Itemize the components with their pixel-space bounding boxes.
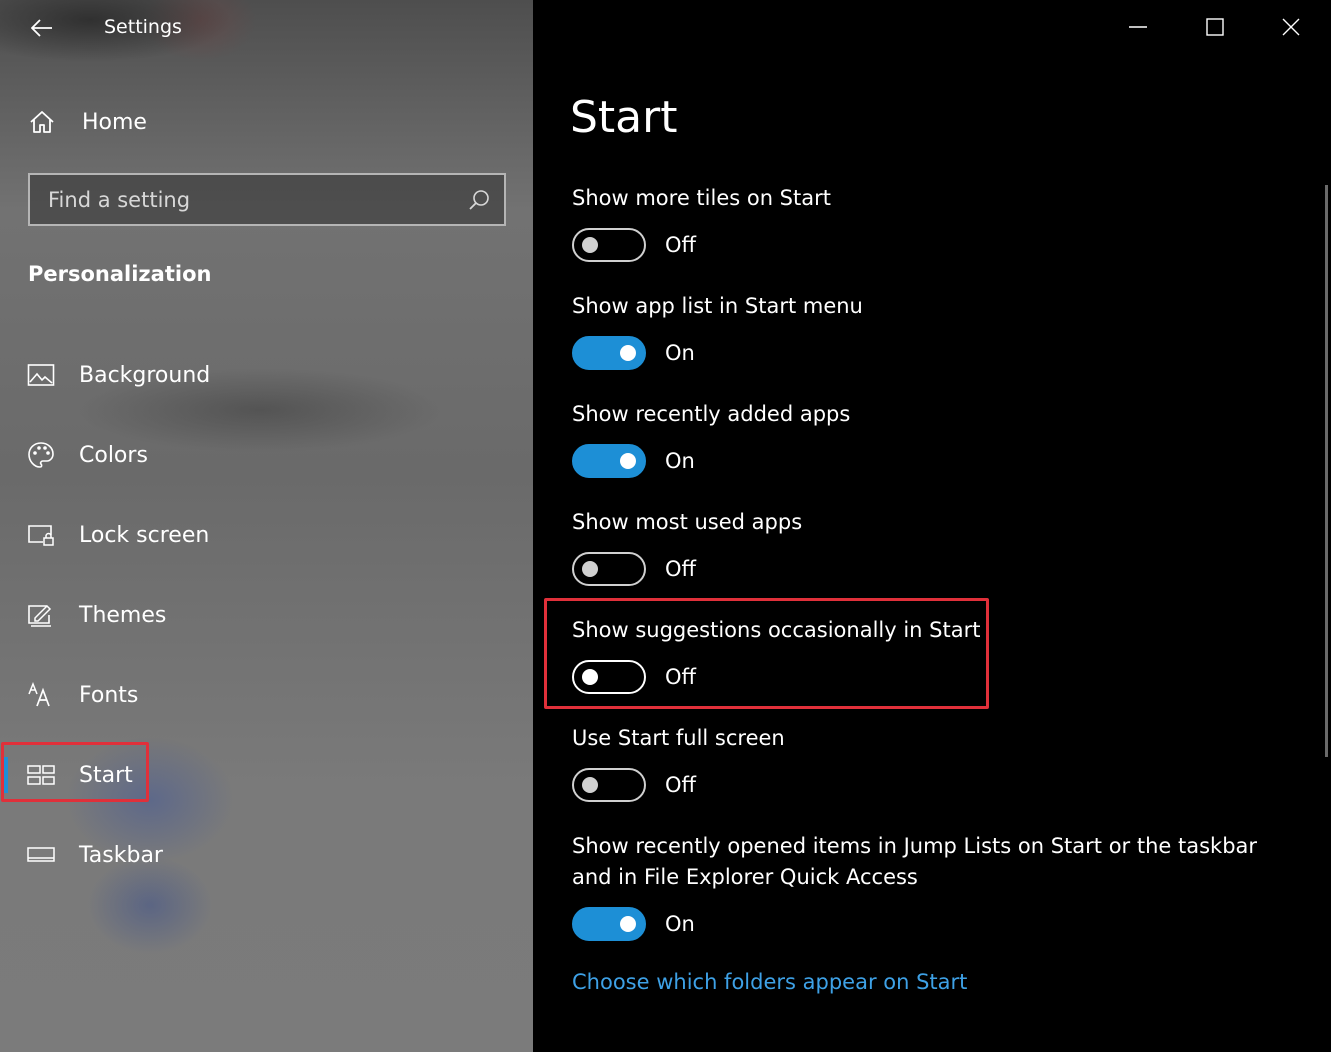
- sidebar-item-background[interactable]: Background: [0, 335, 533, 415]
- setting-most-used: Show most used apps Off: [572, 507, 802, 586]
- toggle-switch[interactable]: [572, 444, 646, 478]
- close-button[interactable]: [1261, 6, 1321, 48]
- sidebar-item-label: Colors: [79, 442, 148, 468]
- toggle-state: On: [665, 449, 695, 473]
- setting-label: Show recently opened items in Jump Lists…: [572, 834, 1258, 889]
- minimize-icon: [1129, 26, 1147, 28]
- toggle-state: Off: [665, 557, 696, 581]
- search-icon[interactable]: [468, 189, 490, 211]
- toggle-switch[interactable]: [572, 228, 646, 262]
- palette-icon: [27, 441, 55, 469]
- home-icon: [30, 111, 54, 133]
- toggle-knob: [582, 777, 598, 793]
- maximize-button[interactable]: [1185, 6, 1245, 48]
- setting-label: Show recently added apps: [572, 402, 851, 426]
- setting-label: Use Start full screen: [572, 726, 785, 750]
- sidebar-nav: Background Colors Lock screen Themes Fon…: [0, 335, 533, 895]
- back-arrow-icon: [31, 19, 52, 37]
- page-title: Start: [570, 92, 678, 143]
- highlight-box: [1, 742, 149, 802]
- scrollbar[interactable]: [1325, 185, 1328, 757]
- search-input[interactable]: [48, 187, 468, 212]
- picture-icon: [27, 361, 55, 389]
- toggle-state: On: [665, 912, 695, 936]
- sidebar-item-label: Lock screen: [79, 522, 210, 548]
- toggle-knob: [582, 669, 598, 685]
- sidebar-item-label: Taskbar: [79, 842, 163, 868]
- sidebar-item-start[interactable]: Start: [0, 735, 533, 815]
- toggle-state: Off: [665, 233, 696, 257]
- toggle-switch[interactable]: [572, 768, 646, 802]
- section-title: Personalization: [28, 262, 212, 286]
- toggle-knob: [582, 561, 598, 577]
- sidebar-item-label: Fonts: [79, 682, 139, 708]
- home-label: Home: [82, 109, 147, 135]
- search-box[interactable]: [28, 173, 506, 226]
- setting-suggestions: Show suggestions occasionally in Start O…: [572, 615, 980, 694]
- sidebar-item-lock-screen[interactable]: Lock screen: [0, 495, 533, 575]
- setting-label: Show suggestions occasionally in Start: [572, 618, 981, 642]
- toggle-switch[interactable]: [572, 660, 646, 694]
- toggle-knob: [620, 345, 636, 361]
- setting-app-list: Show app list in Start menu On: [572, 291, 863, 370]
- sidebar-item-colors[interactable]: Colors: [0, 415, 533, 495]
- sidebar: Settings Home Personalization Background…: [0, 0, 533, 1052]
- taskbar-icon: [27, 841, 55, 869]
- toggle-switch[interactable]: [572, 336, 646, 370]
- close-icon: [1282, 18, 1300, 36]
- choose-folders-link[interactable]: Choose which folders appear on Start: [572, 970, 967, 994]
- setting-recently-added: Show recently added apps On: [572, 399, 850, 478]
- toggle-state: Off: [665, 665, 696, 689]
- home-nav-item[interactable]: Home: [28, 102, 147, 142]
- main-panel: Start Show more tiles on Start Off Show …: [533, 0, 1331, 1052]
- back-button[interactable]: [24, 10, 60, 46]
- sidebar-item-label: Themes: [79, 602, 167, 628]
- setting-label: Show app list in Start menu: [572, 294, 863, 318]
- setting-label: Show most used apps: [572, 510, 803, 534]
- themes-brush-icon: [27, 601, 55, 629]
- sidebar-item-fonts[interactable]: Fonts: [0, 655, 533, 735]
- setting-full-screen: Use Start full screen Off: [572, 723, 785, 802]
- toggle-state: On: [665, 341, 695, 365]
- sidebar-item-taskbar[interactable]: Taskbar: [0, 815, 533, 895]
- toggle-knob: [582, 237, 598, 253]
- minimize-button[interactable]: [1108, 6, 1168, 48]
- toggle-state: Off: [665, 773, 696, 797]
- setting-label: Show more tiles on Start: [572, 186, 831, 210]
- toggle-knob: [620, 453, 636, 469]
- toggle-switch[interactable]: [572, 907, 646, 941]
- maximize-icon: [1206, 18, 1224, 36]
- setting-more-tiles: Show more tiles on Start Off: [572, 183, 831, 262]
- sidebar-item-label: Background: [79, 362, 211, 388]
- app-title: Settings: [104, 16, 182, 38]
- lock-screen-icon: [27, 521, 55, 549]
- toggle-knob: [620, 916, 636, 932]
- sidebar-item-themes[interactable]: Themes: [0, 575, 533, 655]
- toggle-switch[interactable]: [572, 552, 646, 586]
- fonts-icon: [27, 681, 55, 709]
- setting-jump-lists: Show recently opened items in Jump Lists…: [572, 831, 1262, 941]
